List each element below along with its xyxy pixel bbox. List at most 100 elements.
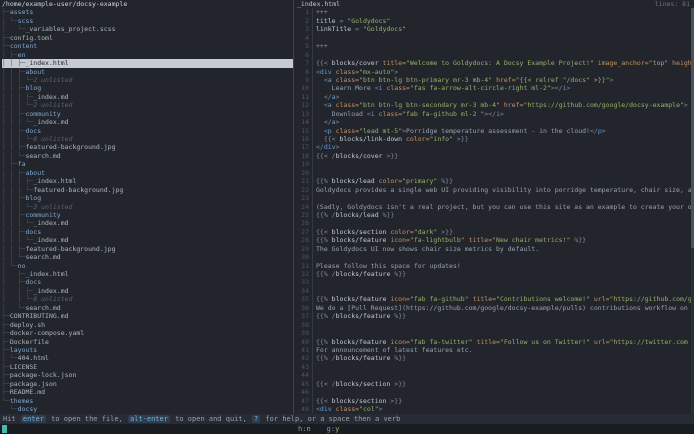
code-segment: "dark"	[414, 228, 437, 236]
tree-item[interactable]: │ │ │ └─3 unlisted	[2, 203, 293, 211]
preview-line: 36We do a [Pull Request](https://github.…	[294, 304, 694, 312]
code-segment: </	[316, 143, 324, 151]
file-tree: ├─assets│ └─scss│ └─_variables_project.s…	[2, 8, 293, 413]
code-segment: Goldydocs provides a single web UI provi…	[316, 186, 692, 194]
preview-line: 10 Learn More <i class="fas fa-arrow-alt…	[294, 84, 694, 92]
tree-item[interactable]: │ │ │ └─featured-background.jpg	[2, 186, 293, 194]
tree-item[interactable]: │ │ │ └─8 unlisted	[2, 135, 293, 143]
tree-item[interactable]: ├─CONTRIBUTING.md	[2, 312, 293, 320]
tree-item[interactable]: │ │ │ ├─_index.html	[2, 177, 293, 185]
code-segment: title=	[383, 59, 406, 67]
code-segment: >	[394, 68, 398, 76]
tree-item[interactable]: └─docsy	[2, 405, 293, 413]
tree-item[interactable]: │ │ └─8 unlisted	[2, 295, 293, 303]
preview-line: 30	[294, 253, 694, 261]
tree-item[interactable]: │ │ ├─about	[2, 68, 293, 76]
tree-item[interactable]: │ │ │ └─_index.md	[2, 219, 293, 227]
tree-dir-label: en	[18, 51, 26, 59]
code-segment: >	[336, 93, 340, 101]
tree-item[interactable]: └─themes	[2, 397, 293, 405]
tree-item[interactable]: ├─LICENSE	[2, 363, 293, 371]
tree-item[interactable]: │ │ │ └─_index.md	[2, 118, 293, 126]
code-segment: "https://github.com/google/docsy-example…	[523, 101, 683, 109]
tree-item[interactable]: │ │ ├─_index.md	[2, 287, 293, 295]
line-text: +++	[316, 8, 694, 16]
tree-item[interactable]: │ └─no	[2, 262, 293, 270]
tree-item[interactable]: │ └─search.md	[2, 304, 293, 312]
tree-item[interactable]: ├─deploy.sh	[2, 321, 293, 329]
tree-item[interactable]: │ │ ├─docs	[2, 127, 293, 135]
code-segment: %}}	[390, 312, 406, 320]
tree-item[interactable]: │ ├─en	[2, 51, 293, 59]
tree-item[interactable]: │ └─404.html	[2, 354, 293, 362]
tree-branch-glyphs: │ │ │ └─	[2, 135, 33, 143]
line-number: 35	[294, 295, 313, 303]
preview-line: 1+++	[294, 8, 694, 16]
tree-item-selected[interactable]: │ │ ├─_index.html	[2, 59, 293, 67]
line-number: 5	[294, 42, 313, 50]
tree-item[interactable]: ├─package.json	[2, 380, 293, 388]
tree-branch-glyphs: │ ├─	[2, 270, 25, 278]
code-segment: {{% /	[316, 312, 336, 320]
tree-file-label: search.md	[25, 304, 60, 312]
tree-item[interactable]: │ │ └─search.md	[2, 152, 293, 160]
preview-header: _index.html lines: 81	[294, 0, 694, 8]
code-segment: heigh	[672, 59, 692, 67]
tree-branch-glyphs: ├─	[2, 312, 10, 320]
tree-item[interactable]: │ │ │ ├─_index.md	[2, 93, 293, 101]
tree-item[interactable]: │ └─scss	[2, 17, 293, 25]
code-segment: >}}	[453, 135, 469, 143]
code-segment: (Sadly, Goldydocs isn't a real project, …	[316, 203, 692, 211]
tree-item[interactable]: │ │ ├─featured-background.jpg	[2, 143, 293, 151]
tree-item[interactable]: ├─package-lock.json	[2, 371, 293, 379]
preview-line: 48<div class="col">	[294, 405, 694, 413]
preview-line: 33	[294, 278, 694, 286]
tree-item[interactable]: ├─Dockerfile	[2, 338, 293, 346]
tree-item[interactable]: │ │ ├─blog	[2, 194, 293, 202]
tree-item[interactable]: ├─config.toml	[2, 34, 293, 42]
input-cursor	[2, 425, 7, 433]
tree-item[interactable]: │ ├─_index.html	[2, 270, 293, 278]
tree-item[interactable]: │ ├─fa	[2, 160, 293, 168]
tree-file-label: package-lock.json	[10, 371, 77, 379]
search-input[interactable]: h:ng:y	[0, 424, 694, 434]
tree-item[interactable]: ├─assets	[2, 8, 293, 16]
tree-item[interactable]: │ │ │ └─2 unlisted	[2, 76, 293, 84]
tree-item[interactable]: ├─content	[2, 42, 293, 50]
line-number: 11	[294, 93, 313, 101]
tree-branch-glyphs: │ │ ├─	[2, 169, 25, 177]
tree-item[interactable]: │ │ ├─blog	[2, 84, 293, 92]
tree-item[interactable]: ├─layouts	[2, 346, 293, 354]
code-segment: +++	[316, 8, 328, 16]
tree-item[interactable]: │ │ │ └─2 unlisted	[2, 101, 293, 109]
tree-item[interactable]: │ │ ├─about	[2, 169, 293, 177]
tree-dir-label: about	[25, 169, 45, 177]
tree-unlisted-label: 8 unlisted	[33, 135, 72, 143]
line-number: 38	[294, 321, 313, 329]
tree-item[interactable]: │ ├─docs	[2, 278, 293, 286]
code-segment: icon=	[390, 236, 410, 244]
tree-item[interactable]: │ │ ├─community	[2, 110, 293, 118]
tree-item[interactable]: ├─README.md	[2, 388, 293, 396]
tree-item[interactable]: │ └─_variables_project.scss	[2, 25, 293, 33]
tree-item[interactable]: │ │ ├─community	[2, 211, 293, 219]
tree-item[interactable]: │ │ ├─docs	[2, 228, 293, 236]
line-number: 22	[294, 186, 313, 194]
code-segment: >}}	[390, 380, 406, 388]
preview-line: 2title = "Goldydocs"	[294, 17, 694, 25]
tree-branch-glyphs: │ │ │ └─	[2, 101, 33, 109]
preview-line: 23	[294, 194, 694, 202]
code-segment: {{%	[316, 236, 332, 244]
line-text: {{% blocks/feature icon="fa-lightbulb" t…	[316, 236, 694, 244]
tree-dir-label: content	[10, 42, 37, 50]
code-segment: linkTitle	[316, 25, 355, 33]
tree-item[interactable]: ├─docker-compose.yaml	[2, 329, 293, 337]
preview-line: 34	[294, 287, 694, 295]
tree-item[interactable]: │ │ │ └─_index.md	[2, 236, 293, 244]
line-number: 19	[294, 160, 313, 168]
tree-item[interactable]: │ │ ├─featured-background.jpg	[2, 245, 293, 253]
tree-branch-glyphs: ├─	[2, 321, 10, 329]
tree-item[interactable]: │ │ └─search.md	[2, 253, 293, 261]
code-segment: {{%	[316, 338, 332, 346]
code-segment: "{{< relref "/docs" >}}"	[516, 76, 610, 84]
